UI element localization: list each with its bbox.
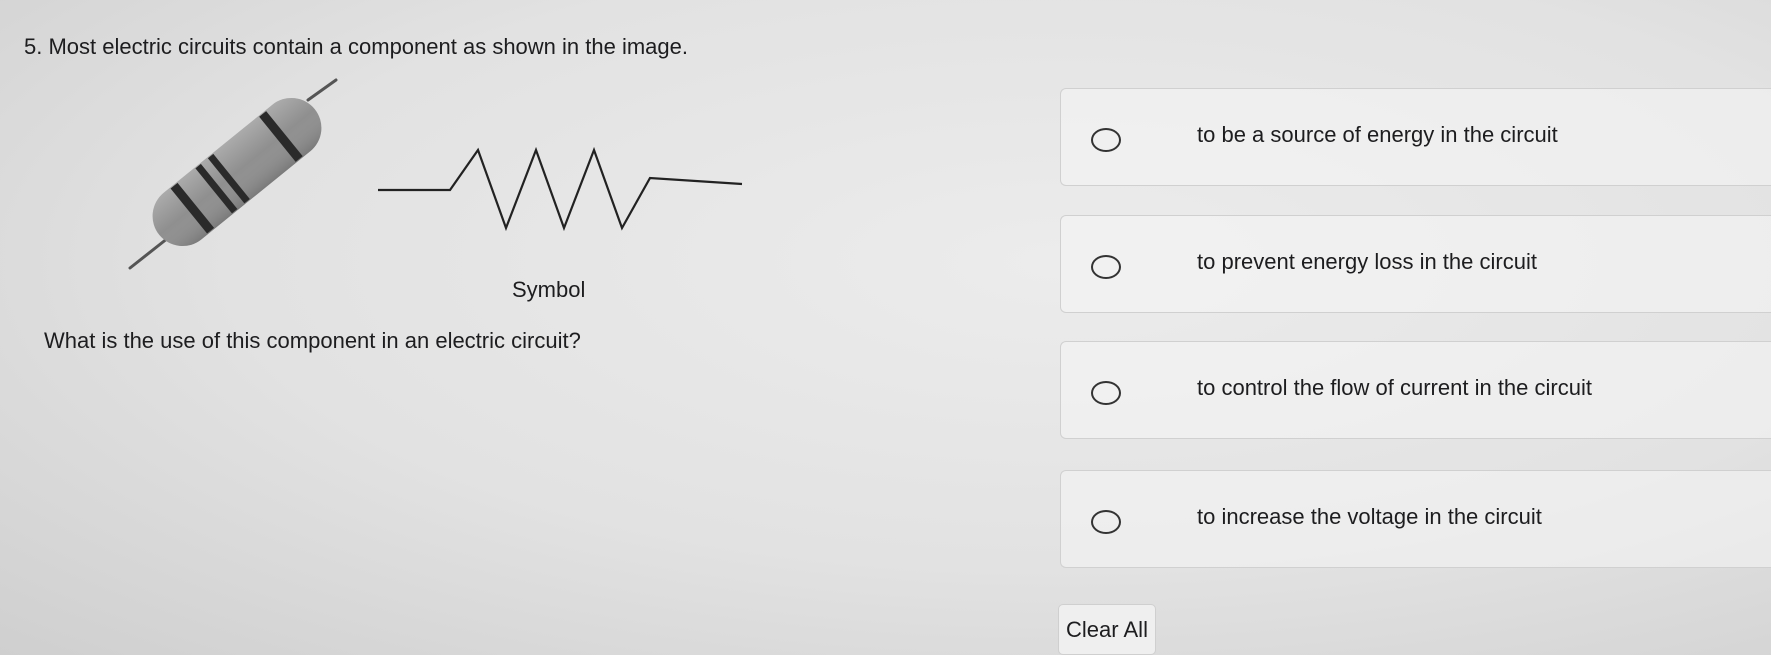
symbol-caption: Symbol (512, 277, 586, 302)
answer-option-2[interactable]: to prevent energy loss in the circuit (1060, 215, 1771, 313)
clear-all-button[interactable]: Clear All (1058, 604, 1156, 655)
resistor-symbol (378, 146, 743, 232)
option-label: to increase the voltage in the circuit (1197, 504, 1542, 529)
question-text: 5. Most electric circuits contain a comp… (24, 34, 688, 59)
answer-option-4[interactable]: to increase the voltage in the circuit (1060, 470, 1771, 568)
radio-button-icon[interactable] (1091, 510, 1121, 534)
option-label: to be a source of energy in the circuit (1197, 122, 1558, 147)
radio-button-icon[interactable] (1091, 255, 1121, 279)
sub-question-text: What is the use of this component in an … (44, 328, 581, 353)
radio-button-icon[interactable] (1091, 128, 1121, 152)
radio-button-icon[interactable] (1091, 381, 1121, 405)
option-label: to prevent energy loss in the circuit (1197, 249, 1537, 274)
answer-option-3[interactable]: to control the flow of current in the ci… (1060, 341, 1771, 439)
answer-option-1[interactable]: to be a source of energy in the circuit (1060, 88, 1771, 186)
resistor-image (128, 78, 338, 270)
component-figure (110, 70, 770, 310)
option-label: to control the flow of current in the ci… (1197, 375, 1592, 400)
resistor-illustration (128, 78, 743, 270)
